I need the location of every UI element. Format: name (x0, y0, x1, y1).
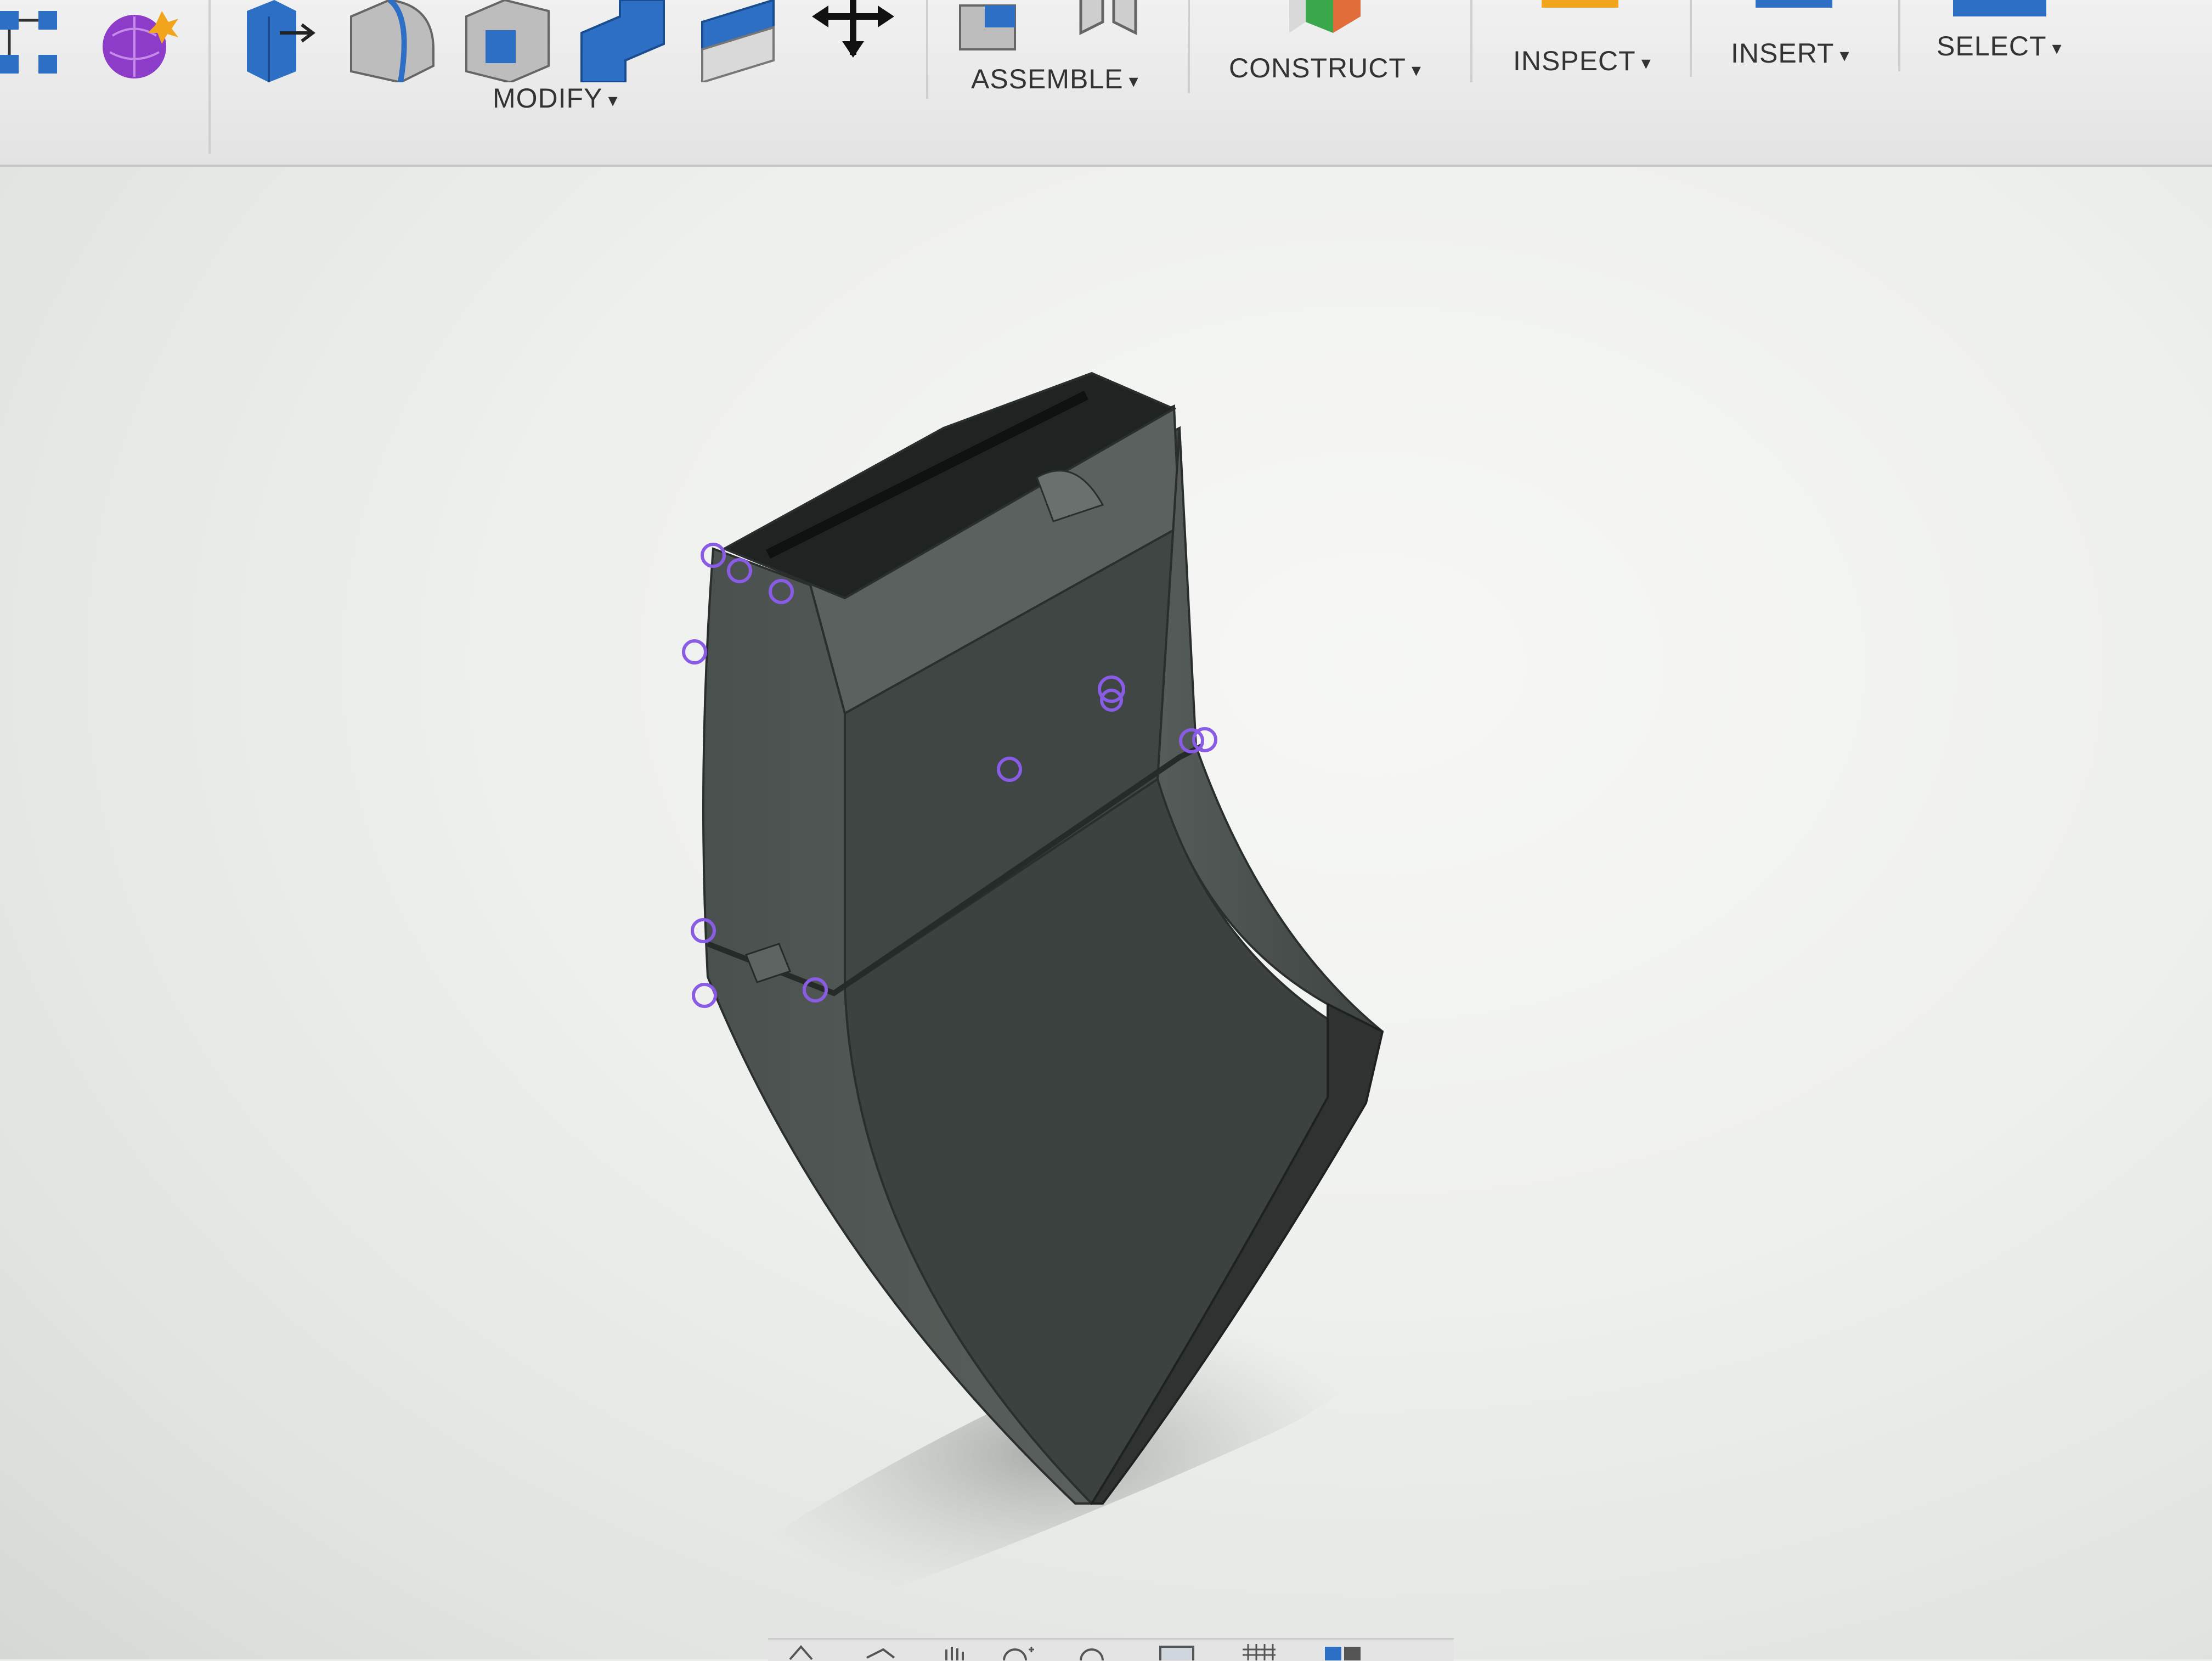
chevron-down-icon: ▾ (1641, 52, 1651, 74)
chevron-down-icon: ▾ (1411, 59, 1421, 81)
grid-icon[interactable] (1240, 1644, 1278, 1660)
combine-icon[interactable] (576, 0, 669, 82)
construct-label: CONSTRUCT (1229, 53, 1406, 83)
press-pull-icon[interactable] (236, 0, 318, 82)
assemble-menu[interactable]: ASSEMBLE ▾ (971, 63, 1139, 95)
modify-label: MODIFY (493, 83, 603, 114)
toolbar-separator (926, 0, 928, 99)
insert-icon[interactable] (1756, 0, 1843, 11)
toolbar-separator (1690, 0, 1692, 77)
insert-menu[interactable]: INSERT ▾ (1731, 37, 1850, 69)
joint-icon[interactable] (1075, 0, 1158, 38)
form-sphere-icon[interactable] (96, 5, 178, 88)
look-at-icon[interactable] (861, 1644, 900, 1660)
inspect-label: INSPECT (1513, 46, 1636, 76)
fillet-icon[interactable] (346, 0, 439, 82)
move-icon[interactable] (806, 0, 900, 60)
vertex-marker (1192, 727, 1217, 752)
navigation-bar (768, 1638, 1454, 1661)
chevron-down-icon: ▾ (608, 89, 618, 111)
toolbar: MODIFY ▾ ASSEMBLE ▾ CONSTRUCT ▾ INSPECT ▾ IN… (0, 0, 2212, 167)
select-icon[interactable] (1953, 0, 2052, 22)
vertex-marker (682, 639, 707, 665)
stack-icon[interactable] (691, 0, 785, 82)
vertex-marker (692, 983, 717, 1008)
toolbar-separator (1470, 0, 1472, 82)
modify-menu[interactable]: MODIFY ▾ (493, 82, 618, 114)
viewports-icon[interactable] (1322, 1644, 1361, 1660)
chevron-down-icon: ▾ (1839, 44, 1850, 66)
toolbar-separator (1898, 0, 1900, 71)
construct-menu[interactable]: CONSTRUCT ▾ (1229, 52, 1421, 84)
shell-icon[interactable] (461, 0, 554, 82)
inspect-icon[interactable] (1542, 0, 1629, 11)
zoom-icon[interactable] (998, 1644, 1037, 1660)
sketch-constraint-icon[interactable] (0, 0, 60, 82)
construct-plane-icon[interactable] (1284, 0, 1383, 38)
toolbar-separator (208, 0, 211, 154)
inspect-menu[interactable]: INSPECT ▾ (1513, 45, 1651, 77)
toolbar-separator (1188, 0, 1190, 93)
chevron-down-icon: ▾ (2052, 37, 2062, 59)
new-component-icon[interactable] (955, 0, 1037, 55)
select-menu[interactable]: SELECT ▾ (1937, 30, 2062, 62)
model-canvas[interactable] (0, 0, 2212, 1659)
3d-viewport[interactable] (0, 0, 2212, 1659)
fit-icon[interactable] (1075, 1644, 1114, 1660)
insert-label: INSERT (1731, 38, 1835, 69)
pan-icon[interactable] (938, 1644, 977, 1660)
chevron-down-icon: ▾ (1128, 70, 1139, 92)
assemble-label: ASSEMBLE (971, 64, 1124, 94)
select-label: SELECT (1937, 31, 2047, 61)
orbit-icon[interactable] (785, 1644, 823, 1660)
display-mode-icon[interactable] (1158, 1644, 1196, 1660)
